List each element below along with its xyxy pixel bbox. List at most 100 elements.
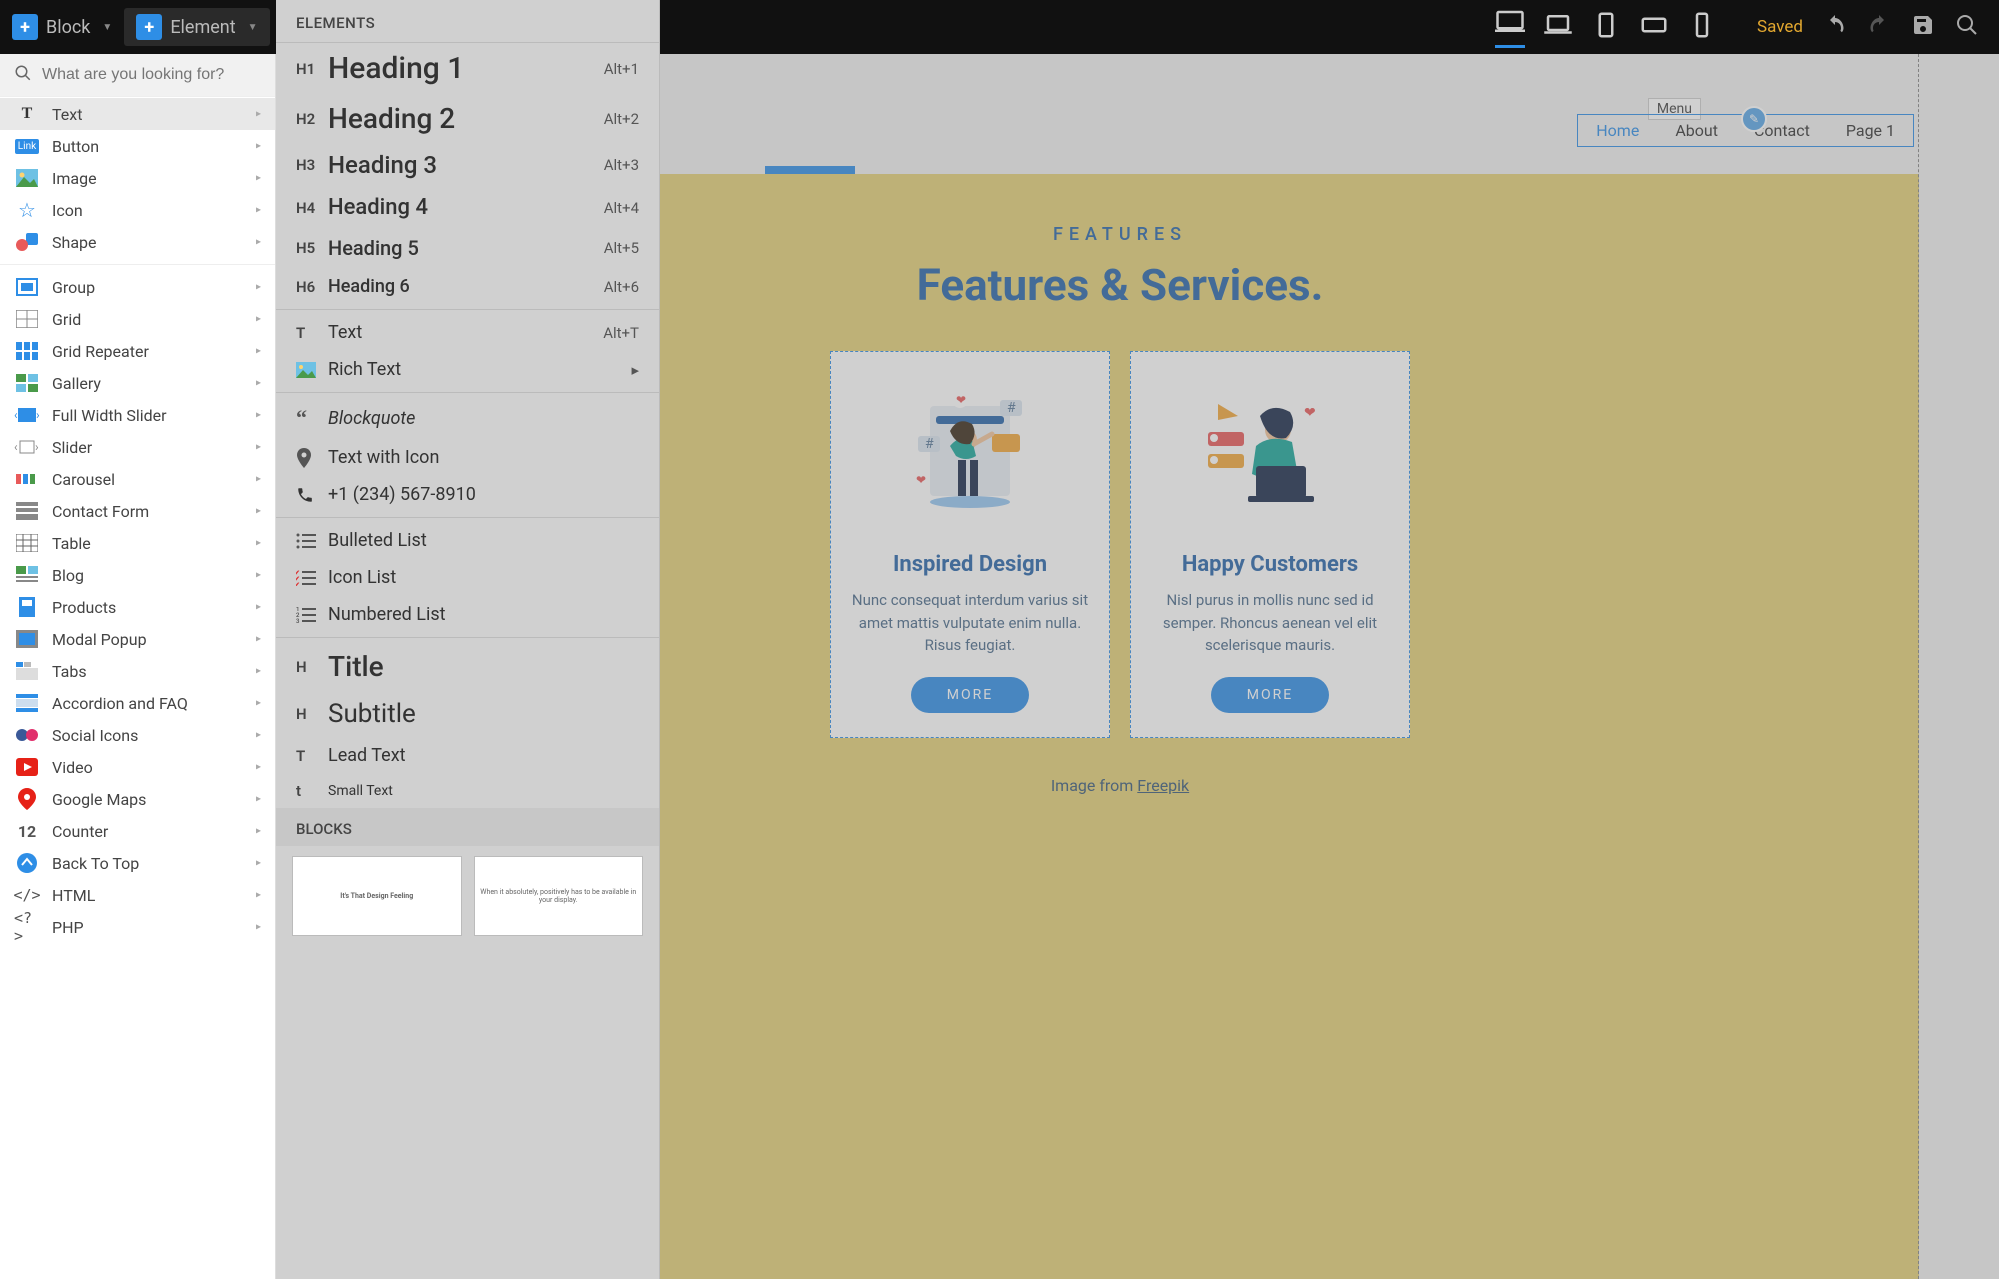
category-item-grid[interactable]: Grid▸ [0,303,275,335]
desktop-device-icon[interactable] [1495,7,1525,48]
category-item-table[interactable]: Table▸ [0,527,275,559]
category-item-social-icons[interactable]: Social Icons▸ [0,719,275,751]
flyout-item-numbered-list[interactable]: 123Numbered List [276,596,659,633]
repeater-icon [14,340,40,362]
category-item-blog[interactable]: Blog▸ [0,559,275,591]
category-item-counter[interactable]: 12Counter▸ [0,815,275,847]
chevron-right-icon: ▸ [256,237,261,248]
edit-badge-icon[interactable]: ✎ [1741,106,1767,132]
category-separator [0,264,275,265]
add-block-button[interactable]: + Block ▼ [0,8,124,46]
flyout-item-text[interactable]: TTextAlt+T [276,314,659,351]
add-element-button[interactable]: + Element ▼ [124,8,269,46]
add-element-label: Element [170,17,235,38]
dropdown-arrow-icon: ▼ [102,22,112,33]
category-item-full-width-slider[interactable]: ‹›Full Width Slider▸ [0,399,275,431]
card-more-button[interactable]: MORE [911,677,1029,713]
nav-link-page1[interactable]: Page 1 [1828,115,1913,146]
php-icon: <?> [14,916,40,938]
mobile-device-icon[interactable] [1687,10,1717,44]
nav-link-about[interactable]: About [1657,115,1736,146]
chevron-right-icon: ▸ [256,109,261,120]
flyout-item-title[interactable]: HTitle [276,642,659,691]
category-item-back-to-top[interactable]: Back To Top▸ [0,847,275,879]
flyout-item-blockquote[interactable]: “Blockquote [276,397,659,439]
category-item-image[interactable]: Image▸ [0,162,275,194]
chevron-right-icon: ▸ [256,442,261,453]
attribution-link[interactable]: Freepik [1137,776,1189,795]
keyboard-shortcut: Alt+3 [604,156,639,174]
flyout-item-subtitle[interactable]: HSubtitle [276,691,659,737]
flyout-item-heading-1[interactable]: H1Heading 1Alt+1 [276,43,659,94]
flyout-item-icon-list[interactable]: ✔✔✔Icon List [276,559,659,596]
category-item-grid-repeater[interactable]: Grid Repeater▸ [0,335,275,367]
category-item-button[interactable]: LinkButton▸ [0,130,275,162]
shape-icon [14,231,40,253]
html-icon: </> [14,884,40,906]
category-item-gallery[interactable]: Gallery▸ [0,367,275,399]
H3-icon: H3 [296,156,328,174]
flyout-item-label: Small Text [328,783,639,799]
flyout-item-heading-6[interactable]: H6Heading 6Alt+6 [276,268,659,305]
category-item-slider[interactable]: ‹›Slider▸ [0,431,275,463]
feature-card-2[interactable]: ❤ Happy Customer [1130,351,1410,738]
category-item-google-maps[interactable]: Google Maps▸ [0,783,275,815]
category-label: Grid Repeater [52,342,149,361]
category-item-tabs[interactable]: Tabs▸ [0,655,275,687]
block-thumbnail[interactable]: It's That Design Feeling [292,856,462,936]
attribution-prefix: Image from [1051,776,1137,795]
search-input[interactable] [42,66,261,84]
save-button[interactable] [1911,13,1935,41]
category-label: Table [52,534,91,553]
dropdown-arrow-icon: ▼ [248,22,258,33]
category-label: Gallery [52,374,101,393]
flyout-item-small-text[interactable]: tSmall Text [276,774,659,808]
flyout-item-text-with-icon[interactable]: Text with Icon [276,439,659,476]
category-item-accordion-and-faq[interactable]: Accordion and FAQ▸ [0,687,275,719]
category-item-carousel[interactable]: Carousel▸ [0,463,275,495]
tablet-portrait-device-icon[interactable] [1591,10,1621,44]
flyout-item-heading-3[interactable]: H3Heading 3Alt+3 [276,143,659,187]
category-list: TText▸LinkButton▸Image▸☆Icon▸Shape▸ Group… [0,98,275,1279]
slider-icon: ‹› [14,436,40,458]
flyout-item-rich-text[interactable]: Rich Text▸ [276,351,659,388]
category-item-php[interactable]: <?>PHP▸ [0,911,275,943]
flyout-item-lead-text[interactable]: TLead Text [276,737,659,774]
flyout-item-bulleted-list[interactable]: Bulleted List [276,522,659,559]
category-item-text[interactable]: TText▸ [0,98,275,130]
zoom-button[interactable] [1955,13,1979,41]
counter-icon: 12 [14,820,40,842]
category-label: PHP [52,918,84,937]
flyout-item-heading-5[interactable]: H5Heading 5Alt+5 [276,228,659,268]
illustration-person-board: # # ❤ ❤ [849,376,1091,536]
card-more-button[interactable]: MORE [1211,677,1329,713]
star-icon: ☆ [14,199,40,221]
flyout-item-heading-4[interactable]: H4Heading 4Alt+4 [276,187,659,228]
tablet-landscape-device-icon[interactable] [1639,10,1669,44]
flyout-header-blocks: BLOCKS [276,808,659,846]
category-label: Button [52,137,99,156]
feature-card-1[interactable]: # # ❤ ❤ [830,351,1110,738]
category-item-html[interactable]: </>HTML▸ [0,879,275,911]
category-item-group[interactable]: Group▸ [0,271,275,303]
redo-button[interactable] [1867,13,1891,41]
undo-button[interactable] [1823,13,1847,41]
category-item-video[interactable]: Video▸ [0,751,275,783]
category-label: Social Icons [52,726,138,745]
save-status-area: Saved [1757,13,1979,41]
category-item-modal-popup[interactable]: Modal Popup▸ [0,623,275,655]
laptop-device-icon[interactable] [1543,10,1573,44]
flyout-item-heading-2[interactable]: H2Heading 2Alt+2 [276,94,659,143]
block-thumbnail[interactable]: When it absolutely, positively has to be… [474,856,644,936]
category-item-contact-form[interactable]: Contact Form▸ [0,495,275,527]
nav-link-home[interactable]: Home [1578,115,1657,146]
numbers-icon: 123 [296,607,328,623]
flyout-item-label: Title [328,650,639,683]
flyout-item-label: Text [328,322,603,343]
category-item-shape[interactable]: Shape▸ [0,226,275,258]
category-item-icon[interactable]: ☆Icon▸ [0,194,275,226]
table-icon [14,532,40,554]
flyout-item--1-234-567-8910[interactable]: +1 (234) 567-8910 [276,476,659,513]
chevron-right-icon: ▸ [256,282,261,293]
category-item-products[interactable]: Products▸ [0,591,275,623]
